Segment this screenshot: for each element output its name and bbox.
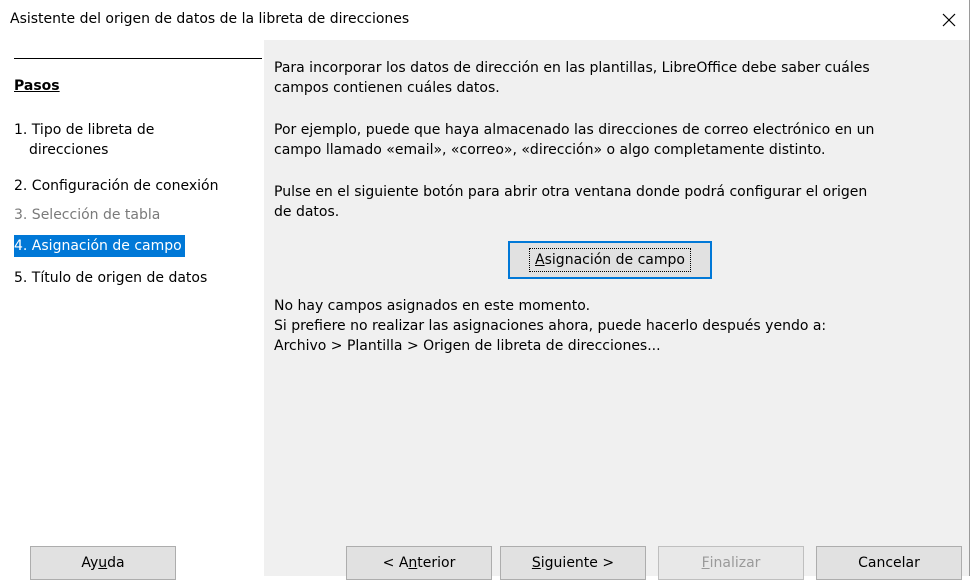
example-line1: Por ejemplo, puede que haya almacenado l… [274,122,875,138]
instruction-line2: de datos. [274,204,340,220]
intro-paragraph: Para incorporar los datos de dirección e… [274,58,954,98]
example-line2: campo llamado «email», «correo», «direcc… [274,142,826,158]
status-text: No hay campos asignados en este momento.… [274,296,954,356]
example-paragraph: Por ejemplo, puede que haya almacenado l… [274,120,954,160]
wizard-dialog: Asistente del origen de datos de la libr… [0,0,970,580]
instruction-line1: Pulse en el siguiente botón para abrir o… [274,184,868,200]
intro-line2: campos contienen cuáles datos. [274,80,500,96]
status-line1: No hay campos asignados en este momento. [274,298,591,314]
status-line2: Si prefiere no realizar las asignaciones… [274,318,827,334]
step-field-assignment[interactable]: 4. Asignación de campo [14,235,185,257]
cancel-button[interactable]: Cancelar [816,546,962,580]
status-line3: Archivo > Plantilla > Origen de libreta … [274,338,661,354]
step-label-line2: direcciones [29,142,109,158]
steps-divider [14,58,262,59]
field-assignment-button[interactable]: Asignación de campo [508,241,712,279]
step-table-selection: 3. Selección de tabla [14,207,161,223]
title-bar: Asistente del origen de datos de la libr… [0,0,969,40]
content-panel: Para incorporar los datos de dirección e… [264,40,969,536]
next-button[interactable]: Siguiente > [500,546,646,580]
instruction-paragraph: Pulse en el siguiente botón para abrir o… [274,182,954,222]
intro-line1: Para incorporar los datos de dirección e… [274,60,870,76]
step-address-book-type[interactable]: 1. Tipo de libreta de direcciones [14,120,156,160]
close-icon [942,13,956,27]
field-assignment-label: Asignación de campo [529,248,691,272]
window-title: Asistente del origen de datos de la libr… [10,11,410,27]
finish-button: Finalizar [658,546,804,580]
steps-heading: Pasos [14,78,60,94]
back-button[interactable]: < An terior [346,546,492,580]
help-button[interactable]: Ay u da [30,546,176,580]
step-label-line1: 1. Tipo de libreta de [14,122,155,138]
close-button[interactable] [929,0,969,40]
step-data-source-title[interactable]: 5. Título de origen de datos [14,268,209,288]
step-connection-settings[interactable]: 2. Configuración de conexión [14,176,220,196]
